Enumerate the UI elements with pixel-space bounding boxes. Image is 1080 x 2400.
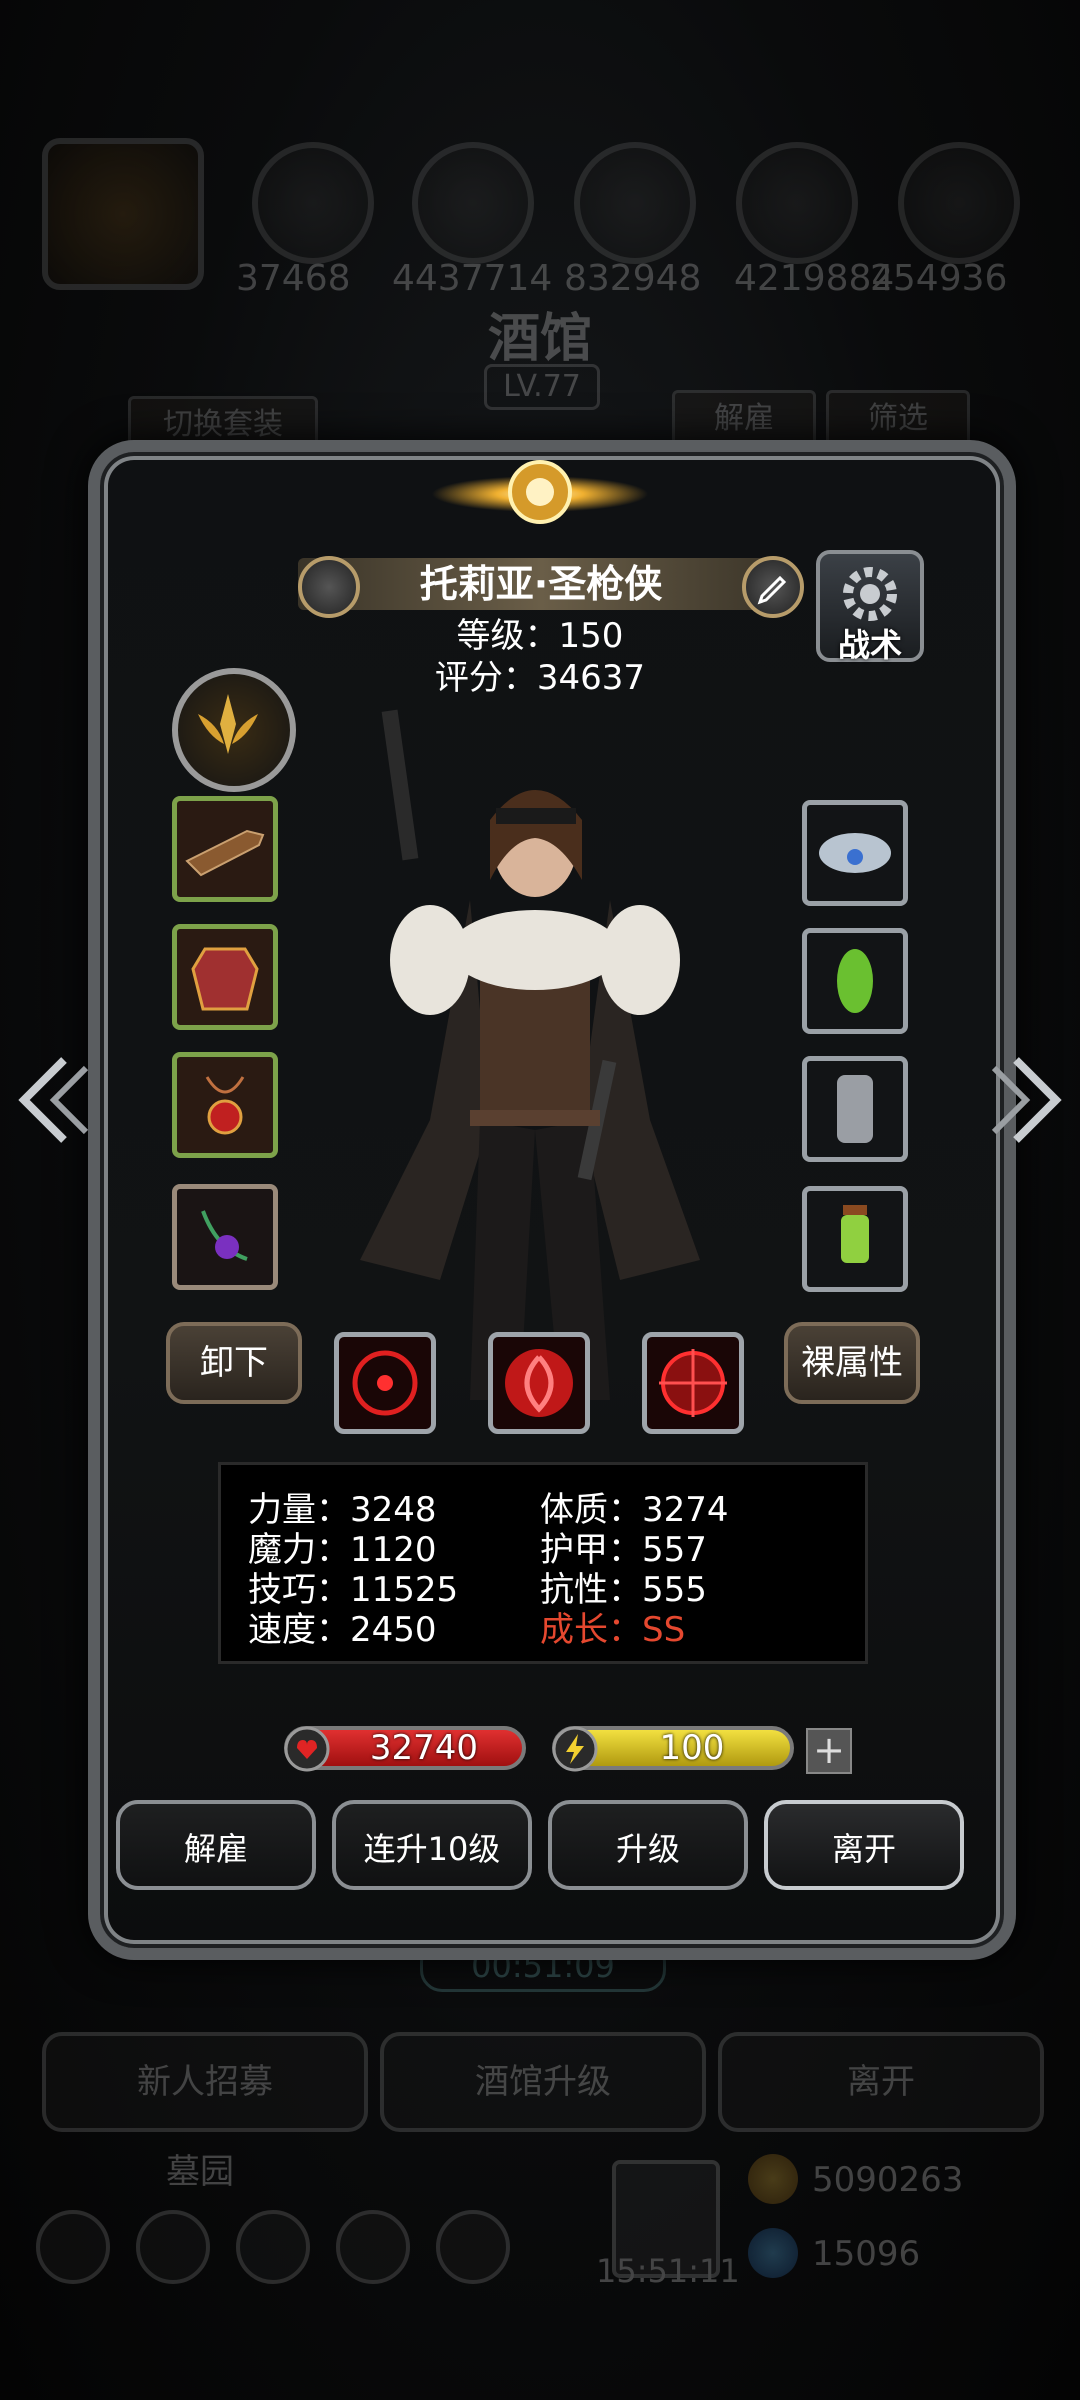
equip-slot-chain[interactable] bbox=[802, 1056, 908, 1162]
equip-slot-armor[interactable] bbox=[172, 924, 278, 1030]
resource-slot-hero bbox=[42, 138, 204, 290]
screen: 37468 4437714 832948 4219884 254936 酒馆 L… bbox=[0, 0, 1080, 2400]
crosshair-skill-icon bbox=[352, 1350, 418, 1416]
resource-count: 832948 bbox=[564, 258, 702, 299]
cemetery-label: 墓园 bbox=[166, 2152, 234, 2192]
gold-amount: 5090263 bbox=[812, 2160, 964, 2200]
next-hero-arrow-icon[interactable] bbox=[986, 1050, 1066, 1150]
equip-slot-amulet[interactable] bbox=[172, 1052, 278, 1158]
equip-slot-gem[interactable] bbox=[802, 928, 908, 1034]
sun-crest-icon bbox=[432, 460, 648, 524]
equip-slot-weapon[interactable] bbox=[172, 796, 278, 902]
resource-count: 4437714 bbox=[392, 258, 553, 299]
energy-value: 100 bbox=[659, 1728, 725, 1768]
gem-icon bbox=[748, 2228, 798, 2278]
resource-slot bbox=[412, 142, 534, 264]
green-gem-icon bbox=[837, 949, 873, 1013]
menu-icon[interactable] bbox=[236, 2210, 310, 2284]
upgrade-button[interactable]: 升级 bbox=[548, 1800, 748, 1890]
chainmail-icon bbox=[837, 1075, 873, 1143]
unequip-button[interactable]: 卸下 bbox=[166, 1322, 302, 1404]
menu-icon[interactable] bbox=[336, 2210, 410, 2284]
resource-slot bbox=[574, 142, 696, 264]
cloud-ring-icon bbox=[819, 833, 891, 873]
menu-icon[interactable] bbox=[436, 2210, 510, 2284]
resource-slot bbox=[736, 142, 858, 264]
resource-count: 254936 bbox=[870, 258, 1008, 299]
level-up-10-button[interactable]: 连升10级 bbox=[332, 1800, 532, 1890]
recruit-button[interactable]: 新人招募 bbox=[42, 2032, 368, 2132]
stat-speed: 速度：2450 bbox=[248, 1610, 437, 1650]
musket-icon bbox=[185, 829, 265, 877]
skill-slot[interactable] bbox=[488, 1332, 590, 1434]
wings-icon bbox=[198, 694, 258, 754]
tavern-upgrade-button[interactable]: 酒馆升级 bbox=[380, 2032, 706, 2132]
hero-name: 托莉亚·圣枪侠 bbox=[419, 562, 663, 606]
leave-button[interactable]: 离开 bbox=[764, 1800, 964, 1890]
menu-icon[interactable] bbox=[36, 2210, 110, 2284]
tactics-label: 战术 bbox=[837, 626, 902, 664]
equip-slot-lantern[interactable] bbox=[802, 1186, 908, 1292]
hero-character-portrait bbox=[360, 709, 700, 1400]
resource-slot bbox=[898, 142, 1020, 264]
resource-slot bbox=[252, 142, 374, 264]
stat-growth: 成长：SS bbox=[540, 1610, 686, 1650]
class-emblem-icon[interactable] bbox=[172, 668, 296, 792]
clock-text: 15:51:11 bbox=[596, 2252, 740, 2290]
gem-amount: 15096 bbox=[812, 2234, 921, 2274]
add-energy-button[interactable]: + bbox=[806, 1728, 852, 1774]
skill-slot[interactable] bbox=[642, 1332, 744, 1434]
swirl-skill-icon bbox=[505, 1349, 573, 1417]
previous-hero-arrow-icon[interactable] bbox=[14, 1050, 94, 1150]
equip-slot-necklace[interactable] bbox=[172, 1184, 278, 1290]
skill-slot[interactable] bbox=[334, 1332, 436, 1434]
lantern-icon bbox=[841, 1205, 869, 1263]
dismiss-button[interactable]: 解雇 bbox=[116, 1800, 316, 1890]
tavern-level: LV.77 bbox=[484, 364, 600, 410]
amulet-icon bbox=[205, 1076, 245, 1135]
naked-attributes-button[interactable]: 裸属性 bbox=[784, 1322, 920, 1404]
hero-score: 评分：34637 bbox=[434, 658, 646, 698]
hp-value: 32740 bbox=[369, 1728, 479, 1768]
target-skill-icon bbox=[659, 1349, 727, 1417]
necklace-icon bbox=[201, 1210, 248, 1261]
resource-count: 37468 bbox=[236, 258, 351, 299]
gold-coin-icon bbox=[748, 2154, 798, 2204]
armor-icon bbox=[191, 947, 259, 1011]
tavern-title: 酒馆 bbox=[487, 308, 592, 369]
menu-icon[interactable] bbox=[136, 2210, 210, 2284]
leave-tavern-button[interactable]: 离开 bbox=[718, 2032, 1044, 2132]
equip-slot-ring[interactable] bbox=[802, 800, 908, 906]
